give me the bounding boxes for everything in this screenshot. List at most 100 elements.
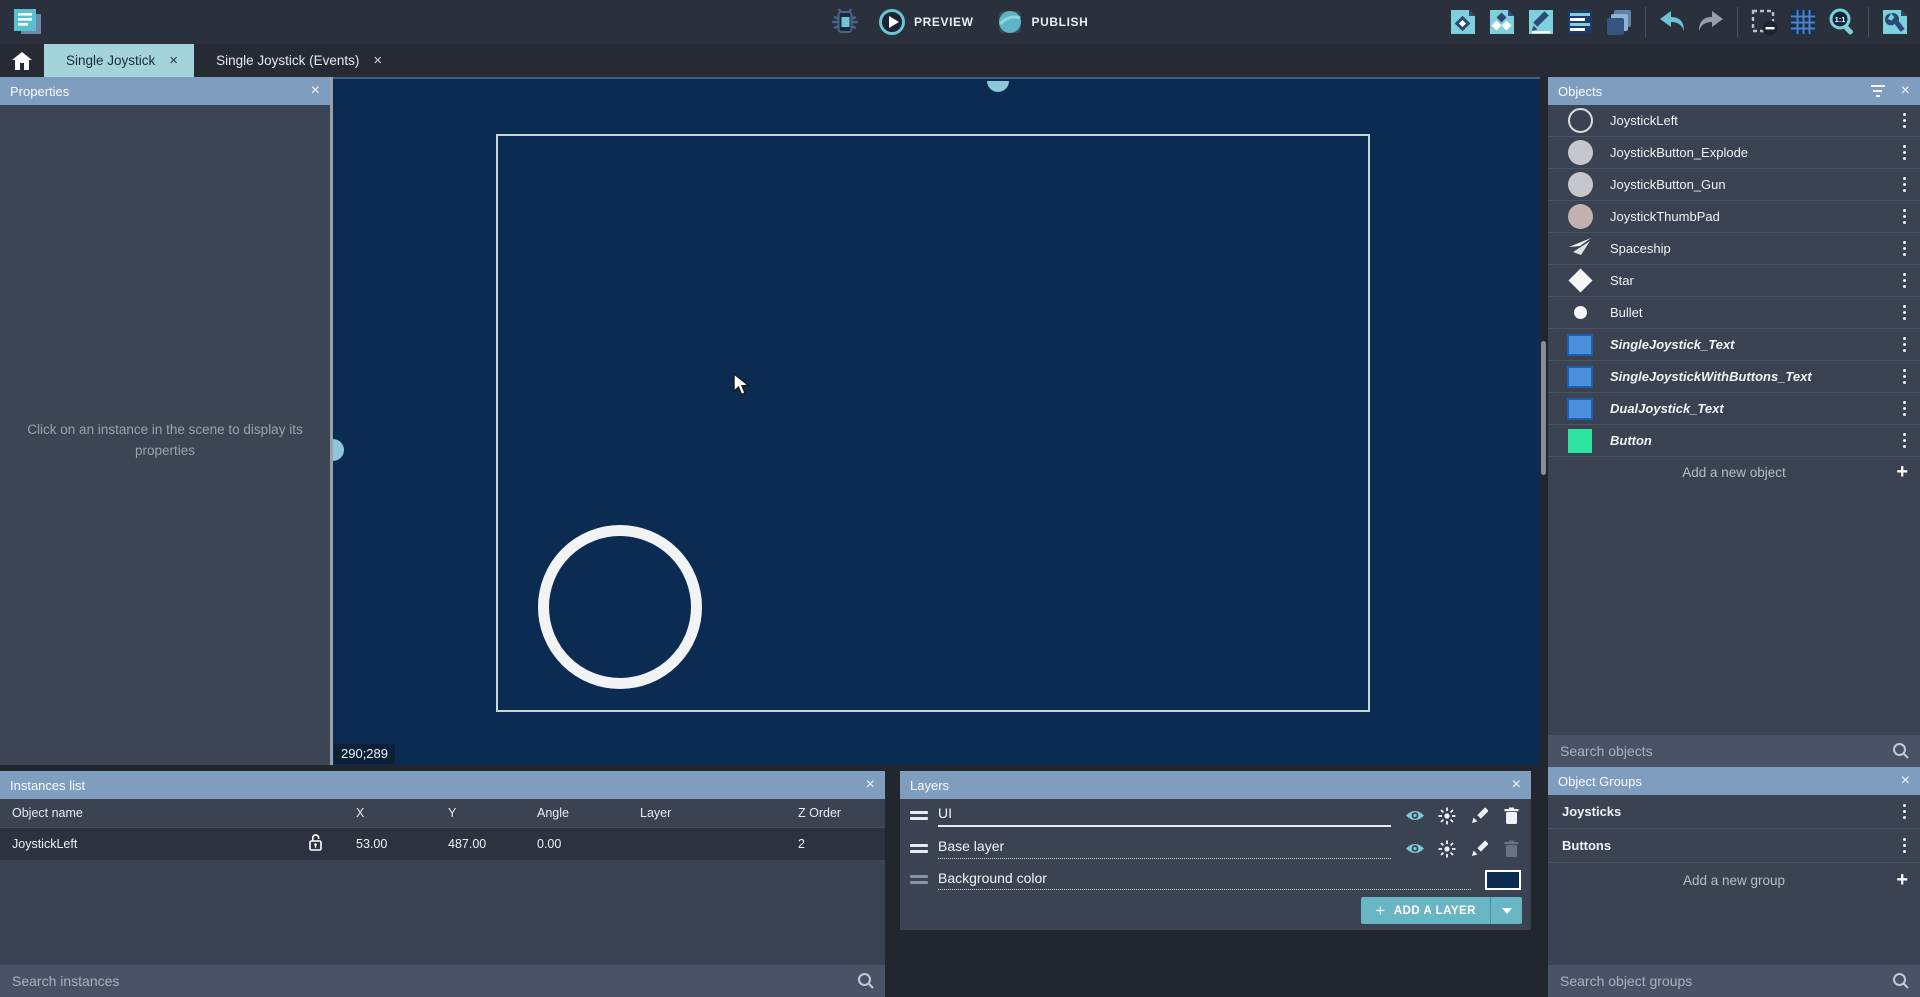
object-list-item[interactable]: Star <box>1548 265 1920 297</box>
publish-button[interactable]: PUBLISH <box>990 4 1095 40</box>
debugger-bug-icon[interactable] <box>828 5 862 39</box>
add-object-icon[interactable] <box>1446 5 1480 39</box>
tab-close-icon[interactable]: × <box>169 52 178 69</box>
close-icon[interactable]: × <box>1512 777 1521 793</box>
search-instances-input[interactable] <box>0 973 857 989</box>
kebab-menu-icon[interactable] <box>1897 365 1913 389</box>
object-name: DualJoystick_Text <box>1610 401 1724 416</box>
grid-icon[interactable] <box>1786 5 1820 39</box>
add-object-button[interactable]: Add a new object + <box>1548 457 1920 487</box>
filter-icon[interactable] <box>1871 85 1885 97</box>
layers-icon[interactable] <box>1602 5 1636 39</box>
edit-scene-icon[interactable] <box>1524 5 1558 39</box>
objects-panel-title: Objects <box>1558 84 1602 99</box>
object-list-item[interactable]: JoystickThumbPad <box>1548 201 1920 233</box>
drag-handle-icon[interactable] <box>910 844 928 853</box>
scene-canvas[interactable]: 290;289 <box>333 77 1540 765</box>
tab-close-icon[interactable]: × <box>373 52 382 69</box>
object-icon <box>1568 429 1592 453</box>
object-list-item[interactable]: JoystickLeft <box>1548 105 1920 137</box>
drag-handle-icon[interactable] <box>910 811 928 820</box>
redo-icon[interactable] <box>1694 5 1728 39</box>
unlock-icon[interactable] <box>308 833 323 855</box>
horizontal-scroll-handle[interactable] <box>987 81 1009 92</box>
object-group-item[interactable]: Joysticks <box>1548 795 1920 829</box>
object-group-item[interactable]: Buttons <box>1548 829 1920 863</box>
visibility-eye-icon[interactable] <box>1405 839 1425 859</box>
layer-row[interactable]: UI <box>900 799 1531 832</box>
close-icon[interactable]: × <box>1901 83 1910 99</box>
kebab-menu-icon[interactable] <box>1897 141 1913 165</box>
toolbar-separator <box>1868 7 1869 37</box>
close-icon[interactable]: × <box>1901 773 1910 789</box>
kebab-menu-icon[interactable] <box>1897 397 1913 421</box>
instance-z-order[interactable]: 2 <box>798 837 805 851</box>
object-list-item[interactable]: SingleJoystick_Text <box>1548 329 1920 361</box>
kebab-menu-icon[interactable] <box>1897 429 1913 453</box>
object-thumbnail <box>1560 429 1600 453</box>
kebab-menu-icon[interactable] <box>1897 800 1913 824</box>
add-layer-label: ADD A LAYER <box>1394 905 1476 917</box>
kebab-menu-icon[interactable] <box>1897 173 1913 197</box>
close-icon[interactable]: × <box>311 83 320 99</box>
instances-panel: Instances list × Object name X Y Angle L… <box>0 771 885 997</box>
add-layer-dropdown[interactable] <box>1490 897 1522 924</box>
joystick-instance[interactable] <box>538 525 702 689</box>
add-layer-button[interactable]: + ADD A LAYER <box>1361 897 1522 924</box>
layer-name-field[interactable]: UI <box>938 805 1391 827</box>
edit-pencil-icon[interactable] <box>1469 839 1489 859</box>
object-groups-icon[interactable] <box>1485 5 1519 39</box>
object-list-item[interactable]: Spaceship <box>1548 233 1920 265</box>
delete-selection-icon[interactable] <box>1747 5 1781 39</box>
home-icon <box>12 52 32 70</box>
background-color-row[interactable]: Background color <box>900 865 1531 894</box>
undo-icon[interactable] <box>1655 5 1689 39</box>
publish-label: PUBLISH <box>1032 15 1089 29</box>
effects-icon[interactable] <box>1437 839 1457 859</box>
close-icon[interactable]: × <box>866 777 875 793</box>
add-group-button[interactable]: Add a new group + <box>1548 863 1920 897</box>
delete-trash-icon[interactable] <box>1501 839 1521 859</box>
kebab-menu-icon[interactable] <box>1897 269 1913 293</box>
kebab-menu-icon[interactable] <box>1897 109 1913 133</box>
visibility-eye-icon[interactable] <box>1405 806 1425 826</box>
object-list-item[interactable]: JoystickButton_Gun <box>1548 169 1920 201</box>
zoom-1-1-icon[interactable]: 1:1 <box>1825 5 1859 39</box>
preview-button[interactable]: PREVIEW <box>872 4 980 40</box>
project-manager-icon[interactable] <box>9 5 43 39</box>
wrench-icon[interactable] <box>1878 5 1912 39</box>
kebab-menu-icon[interactable] <box>1897 333 1913 357</box>
instance-row[interactable]: JoystickLeft 53.00 487.00 0.00 2 <box>0 828 885 860</box>
tab-single-joystick-events[interactable]: Single Joystick (Events) × <box>194 44 398 77</box>
kebab-menu-icon[interactable] <box>1897 205 1913 229</box>
home-tab-button[interactable] <box>0 44 44 77</box>
mouse-cursor <box>732 373 754 402</box>
tab-single-joystick[interactable]: Single Joystick × <box>44 44 194 77</box>
vertical-scroll-handle[interactable] <box>333 439 344 461</box>
instance-angle[interactable]: 0.00 <box>537 837 561 851</box>
kebab-menu-icon[interactable] <box>1897 301 1913 325</box>
layer-row[interactable]: Base layer <box>900 832 1531 865</box>
search-icon <box>1892 972 1910 990</box>
object-list-item[interactable]: Bullet <box>1548 297 1920 329</box>
objects-panel-scrollbar[interactable] <box>1541 341 1546 475</box>
object-list-item[interactable]: Button <box>1548 425 1920 457</box>
background-color-swatch[interactable] <box>1485 870 1521 890</box>
search-object-groups-input[interactable] <box>1548 973 1892 989</box>
kebab-menu-icon[interactable] <box>1897 237 1913 261</box>
instances-list-icon[interactable] <box>1563 5 1597 39</box>
background-color-label: Background color <box>938 870 1471 890</box>
object-list-item[interactable]: DualJoystick_Text <box>1548 393 1920 425</box>
instance-y[interactable]: 487.00 <box>448 837 486 851</box>
effects-icon[interactable] <box>1437 806 1457 826</box>
instance-x[interactable]: 53.00 <box>356 837 387 851</box>
layer-name-field[interactable]: Base layer <box>938 838 1391 859</box>
properties-panel-header: Properties × <box>0 77 330 105</box>
edit-pencil-icon[interactable] <box>1469 806 1489 826</box>
object-list-item[interactable]: SingleJoystickWithButtons_Text <box>1548 361 1920 393</box>
kebab-menu-icon[interactable] <box>1897 834 1913 858</box>
delete-trash-icon[interactable] <box>1501 806 1521 826</box>
search-objects-input[interactable] <box>1548 743 1892 759</box>
instances-panel-header: Instances list × <box>0 771 885 799</box>
object-list-item[interactable]: JoystickButton_Explode <box>1548 137 1920 169</box>
